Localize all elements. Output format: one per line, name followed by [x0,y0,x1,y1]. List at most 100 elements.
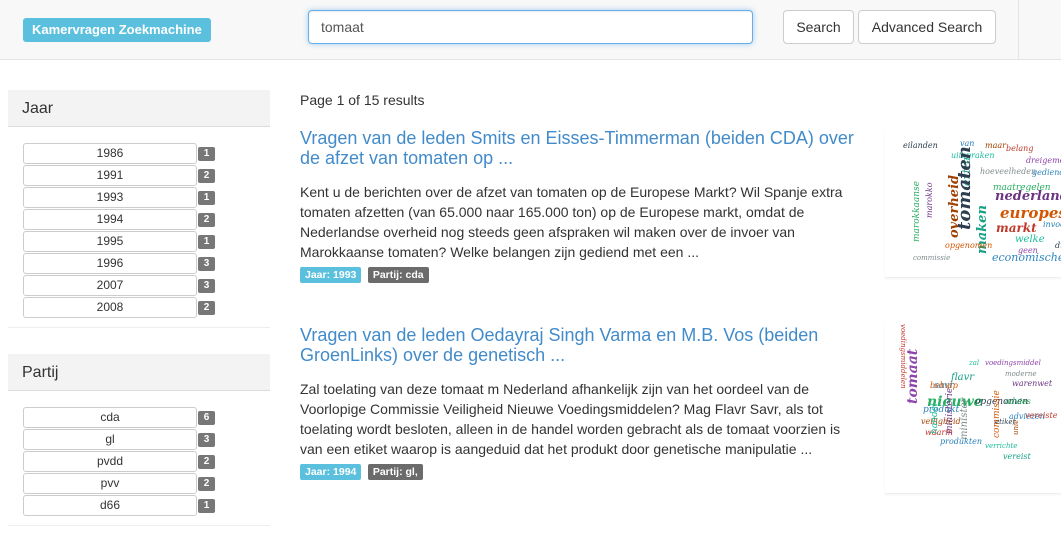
count-badge: 3 [198,433,215,447]
search-button[interactable]: Search [783,10,854,44]
count-badge: 3 [198,279,215,293]
wordcloud-word: maar [985,141,1007,150]
brand-logo[interactable]: Kamervragen Zoekmachine [23,18,211,42]
facet-item-partij[interactable]: d66 1 [23,495,270,517]
top-navbar: Kamervragen Zoekmachine Search Advanced … [0,0,1061,60]
facet-item-jaar[interactable]: 1986 1 [23,143,270,165]
count-badge: 6 [198,411,215,425]
facet-button[interactable]: 1995 [23,231,197,252]
wordcloud-word: vereist [1003,452,1031,461]
party-badge: Partij: gl, [367,464,423,480]
wordcloud-word: belang [1006,144,1033,153]
count-badge: 1 [198,235,215,249]
facet-button[interactable]: pvdd [23,451,197,472]
search-input[interactable] [308,10,753,44]
wordcloud-image: eilandenvanmaarbelanguitsprakendreigemen… [903,139,1061,264]
count-badge: 1 [198,499,215,513]
facet-button[interactable]: 2008 [23,297,197,318]
facet-item-jaar[interactable]: 1993 1 [23,187,270,209]
facet-item-partij[interactable]: pvdd 2 [23,451,270,473]
result-title-link[interactable]: Vragen van de leden Smits en Eisses-Timm… [300,128,860,168]
wordcloud-word: dreigementen [1026,156,1061,165]
facet-panel-jaar: Jaar 1986 1 1991 2 1993 1 1994 2 1995 1 1996 3 2007 3… [8,90,270,328]
wordcloud-word: dreigementen [1055,241,1061,250]
search-result: Vragen van de leden Smits en Eisses-Timm… [300,128,860,283]
wordcloud-word: welke [1015,234,1045,245]
count-badge: 2 [198,477,215,491]
facet-button[interactable]: d66 [23,495,197,516]
wordcloud-word: markt [996,221,1037,235]
count-badge: 2 [198,213,215,227]
facet-item-jaar[interactable]: 1996 3 [23,253,270,275]
wordcloud-word: hoeveelheden [980,167,1036,176]
facet-button[interactable]: pvv [23,473,197,494]
result-labels: Jaar: 1994 Partij: gl, [300,462,860,480]
facet-item-jaar[interactable]: 1995 1 [23,231,270,253]
facet-item-partij[interactable]: cda 6 [23,407,270,429]
wordcloud-word: commissie [913,254,950,262]
result-wordcloud-thumbnail[interactable]: eilandenvanmaarbelanguitsprakendreigemen… [885,128,1061,278]
facet-title-jaar: Jaar [8,90,270,127]
wordcloud-word: economische [992,251,1061,264]
wordcloud-word: verrichte [985,442,1017,450]
facet-button[interactable]: cda [23,407,197,428]
wordcloud-word: commissie [992,390,1002,438]
wordcloud-image: voedingsmiddelen zal voedingsmiddelmoderne… [899,324,1058,461]
count-badge: 2 [198,169,215,183]
search-result: Vragen van de leden Oedayraj Singh Varma… [300,325,860,480]
wordcloud-word: gediend [1032,168,1061,177]
navbar-divider [1018,0,1019,60]
facet-button[interactable]: 1986 [23,143,197,164]
wordcloud-word: ministerie [945,388,955,434]
year-badge: Jaar: 1993 [300,267,362,283]
count-badge: 1 [198,191,215,205]
facet-button[interactable]: 1991 [23,165,197,186]
count-badge: 1 [198,147,215,161]
wordcloud-word: marokkaanse [912,181,922,242]
wordcloud-word: handel [930,403,940,434]
year-badge: Jaar: 1994 [300,464,362,480]
facet-item-jaar[interactable]: 2008 2 [23,297,270,319]
wordcloud-word: eilanden [903,141,938,150]
result-wordcloud-thumbnail[interactable]: voedingsmiddelen zal voedingsmiddel moderne… [885,322,1061,494]
facet-button[interactable]: 2007 [23,275,197,296]
result-title-link[interactable]: Vragen van de leden Oedayraj Singh Varma… [300,325,860,365]
facet-button[interactable]: 1994 [23,209,197,230]
count-badge: 2 [198,455,215,469]
facet-button[interactable]: 1993 [23,187,197,208]
facet-button[interactable]: 1996 [23,253,197,274]
facet-panel-partij: Partij cda 6 gl 3 pvdd 2 pvv 2 d66 1 [8,354,270,526]
facet-button[interactable]: gl [23,429,197,450]
facet-title-partij: Partij [8,354,270,391]
wordcloud-word: moderne [1005,370,1036,378]
wordcloud-word: warenwet [1012,379,1053,388]
wordcloud-word: tomaat [905,348,921,404]
result-labels: Jaar: 1993 Partij: cda [300,265,860,283]
facet-item-jaar[interactable]: 2007 3 [23,275,270,297]
wordcloud-word: vereiste [1025,411,1058,420]
advanced-search-button[interactable]: Advanced Search [858,10,996,44]
party-badge: Partij: cda [367,267,429,283]
facet-item-partij[interactable]: gl 3 [23,429,270,451]
results-count: Page 1 of 15 results [300,92,425,108]
result-snippet: Kent u de berichten over de afzet van to… [300,184,843,260]
result-snippet: Zal toelating van deze tomaat m Nederlan… [300,381,841,457]
facet-item-partij[interactable]: pvv 2 [23,473,270,495]
wordcloud-word: maatregelen [993,183,1051,193]
count-badge: 3 [198,257,215,271]
facet-item-jaar[interactable]: 1991 2 [23,165,270,187]
wordcloud-word: minister [959,397,970,440]
wordcloud-word: marokko [925,182,934,218]
wordcloud-word: voedingsmiddel [985,359,1041,367]
wordcloud-word: produkten [940,437,982,446]
wordcloud-word: overheid [947,175,962,238]
wordcloud-word: opgenomen [945,241,992,250]
wordcloud-word: invoer [1043,220,1061,229]
facet-list-partij: cda 6 gl 3 pvdd 2 pvv 2 d66 1 [8,391,270,526]
facet-item-jaar[interactable]: 1994 2 [23,209,270,231]
wordcloud-word: advies [1005,397,1031,406]
wordcloud-word: unie [1012,420,1020,435]
facet-list-jaar: 1986 1 1991 2 1993 1 1994 2 1995 1 1996 3 2007 3 2008 2 [8,127,270,328]
count-badge: 2 [198,301,215,315]
wordcloud-word: zal [968,359,979,367]
